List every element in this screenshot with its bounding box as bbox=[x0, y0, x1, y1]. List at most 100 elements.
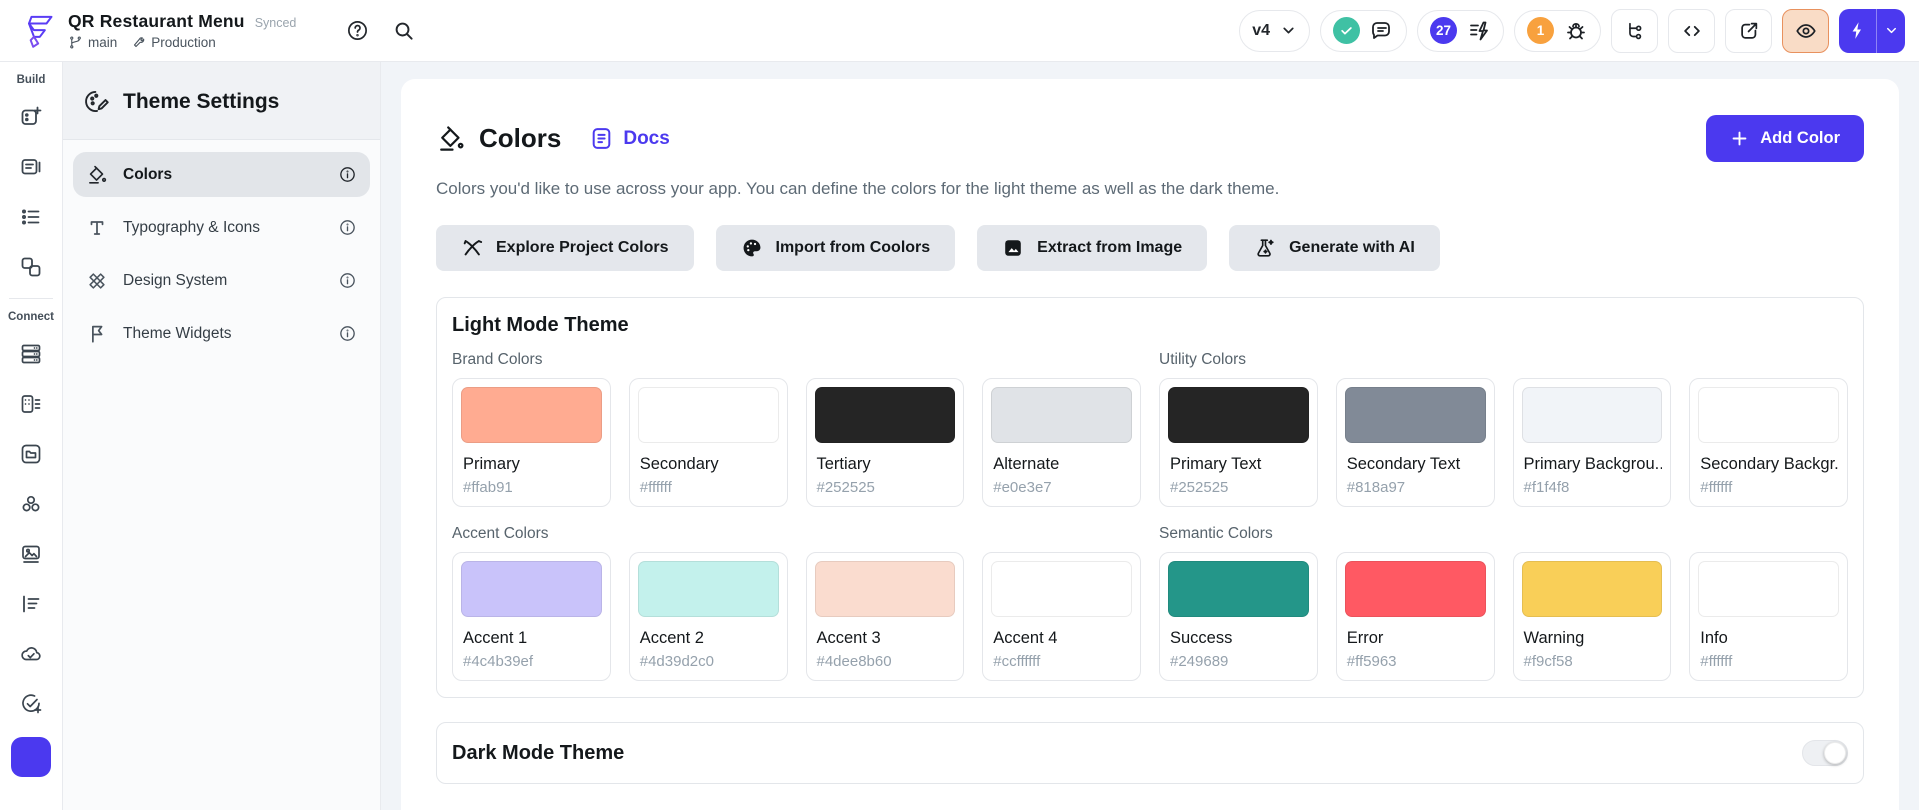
color-tile-accent-1[interactable]: Accent 1 #4c4b39ef bbox=[452, 552, 611, 681]
run-button[interactable] bbox=[1839, 9, 1876, 53]
color-group-label: Semantic Colors bbox=[1159, 525, 1848, 543]
docs-link[interactable]: Docs bbox=[589, 126, 669, 151]
project-title-block: QR Restaurant Menu Synced main Productio… bbox=[68, 11, 296, 50]
open-app-button[interactable] bbox=[1725, 9, 1772, 53]
add-widget-icon bbox=[19, 105, 43, 129]
color-tile-accent-3[interactable]: Accent 3 #4dee8b60 bbox=[806, 552, 965, 681]
color-name: Secondary Text bbox=[1345, 455, 1486, 474]
search-icon bbox=[392, 19, 415, 42]
info-button[interactable] bbox=[338, 165, 357, 184]
color-hex: #ffffff bbox=[638, 479, 779, 496]
widget-tree-button[interactable] bbox=[1611, 9, 1658, 53]
color-tile-secondary[interactable]: Secondary #ffffff bbox=[629, 378, 788, 507]
color-name: Warning bbox=[1522, 629, 1663, 648]
rail-item-api-calls-icon[interactable] bbox=[11, 385, 51, 423]
color-group-semantic-colors: Semantic Colors Success #249689 Error #f… bbox=[1159, 525, 1848, 681]
app-details-icon bbox=[19, 592, 43, 616]
color-swatch bbox=[1522, 387, 1663, 443]
todo-bolt-icon bbox=[1467, 19, 1491, 43]
rail-item-tests-icon[interactable] bbox=[11, 685, 51, 723]
typography-icon bbox=[86, 217, 108, 239]
color-hex: #ffffff bbox=[1698, 653, 1839, 670]
color-name: Secondary bbox=[638, 455, 779, 474]
theme-widgets-icon bbox=[86, 323, 108, 345]
action-generate-with-ai[interactable]: Generate with AI bbox=[1229, 225, 1440, 271]
rail-item-pages-icon[interactable] bbox=[11, 148, 51, 186]
help-button[interactable] bbox=[342, 16, 372, 46]
info-button[interactable] bbox=[338, 271, 357, 290]
todos-group: 27 bbox=[1417, 10, 1504, 52]
environment-name: Production bbox=[151, 35, 216, 50]
action-explore-project-colors[interactable]: Explore Project Colors bbox=[436, 225, 694, 271]
docs-icon bbox=[589, 126, 614, 151]
bolt-icon bbox=[1848, 21, 1867, 40]
rail-item-app-details-icon[interactable] bbox=[11, 585, 51, 623]
rail-item-components-icon[interactable] bbox=[11, 248, 51, 286]
add-color-button[interactable]: Add Color bbox=[1706, 115, 1864, 162]
panel-item-theme-widgets[interactable]: Theme Widgets bbox=[73, 311, 370, 356]
panel-items: Colors Typography & Icons Design System … bbox=[63, 140, 380, 368]
theme-settings-icon bbox=[19, 745, 43, 769]
color-tile-tertiary[interactable]: Tertiary #252525 bbox=[806, 378, 965, 507]
panel-item-design-system[interactable]: Design System bbox=[73, 258, 370, 303]
topbar-actions: v4 27 1 bbox=[1239, 9, 1905, 53]
info-icon bbox=[338, 271, 357, 290]
color-swatch bbox=[461, 387, 602, 443]
flutterflow-logo[interactable] bbox=[14, 9, 64, 53]
run-options-button[interactable] bbox=[1877, 9, 1905, 53]
color-name: Tertiary bbox=[815, 455, 956, 474]
build-status-badge[interactable] bbox=[1333, 17, 1360, 44]
version-label: v4 bbox=[1252, 22, 1270, 40]
color-tile-accent-4[interactable]: Accent 4 #ccffffff bbox=[982, 552, 1141, 681]
branch-selector[interactable]: main bbox=[68, 35, 117, 50]
rail-item-cloud-functions-icon[interactable] bbox=[11, 635, 51, 673]
code-icon bbox=[1681, 20, 1703, 42]
color-tile-alternate[interactable]: Alternate #e0e3e7 bbox=[982, 378, 1141, 507]
rail-item-assets-folder-icon[interactable] bbox=[11, 435, 51, 473]
panel-header: Theme Settings bbox=[63, 62, 380, 140]
media-assets-icon bbox=[19, 542, 43, 566]
debug-button[interactable] bbox=[1564, 19, 1588, 43]
issue-count-badge[interactable]: 1 bbox=[1527, 17, 1554, 44]
version-dropdown[interactable]: v4 bbox=[1239, 10, 1310, 52]
color-group-utility-colors: Utility Colors Primary Text #252525 Seco… bbox=[1159, 351, 1848, 507]
color-group-label: Utility Colors bbox=[1159, 351, 1848, 369]
color-tile-warning[interactable]: Warning #f9cf58 bbox=[1513, 552, 1672, 681]
color-tile-info[interactable]: Info #ffffff bbox=[1689, 552, 1848, 681]
panel-item-colors[interactable]: Colors bbox=[73, 152, 370, 197]
rail-item-media-assets-icon[interactable] bbox=[11, 535, 51, 573]
todo-count-badge[interactable]: 27 bbox=[1430, 17, 1457, 44]
action-extract-from-image[interactable]: Extract from Image bbox=[977, 225, 1207, 271]
preview-button[interactable] bbox=[1782, 9, 1829, 53]
color-swatch bbox=[1522, 561, 1663, 617]
rail-item-app-values-icon[interactable] bbox=[11, 198, 51, 236]
info-button[interactable] bbox=[338, 218, 357, 237]
comments-button[interactable] bbox=[1370, 19, 1394, 43]
color-tile-secondary-text[interactable]: Secondary Text #818a97 bbox=[1336, 378, 1495, 507]
color-tile-primary-text[interactable]: Primary Text #252525 bbox=[1159, 378, 1318, 507]
app-values-icon bbox=[19, 205, 43, 229]
search-button[interactable] bbox=[388, 16, 418, 46]
rail-item-theme-settings-icon[interactable] bbox=[11, 737, 51, 777]
color-tile-accent-2[interactable]: Accent 2 #4d39d2c0 bbox=[629, 552, 788, 681]
color-tile-primary-backgrou[interactable]: Primary Backgrou... #f1f4f8 bbox=[1513, 378, 1672, 507]
view-code-button[interactable] bbox=[1668, 9, 1715, 53]
rail-item-add-widget-icon[interactable] bbox=[11, 98, 51, 136]
action-import-from-coolors[interactable]: Import from Coolors bbox=[716, 225, 956, 271]
dark-mode-toggle[interactable] bbox=[1802, 740, 1848, 766]
colors-page: Colors Docs Add Color Colors you'd like … bbox=[401, 79, 1899, 810]
color-tile-error[interactable]: Error #ff5963 bbox=[1336, 552, 1495, 681]
rail-section-label-connect: Connect bbox=[8, 311, 54, 323]
tests-icon bbox=[19, 692, 43, 716]
environment-selector[interactable]: Production bbox=[131, 35, 216, 50]
panel-item-typography-icons[interactable]: Typography & Icons bbox=[73, 205, 370, 250]
color-tile-success[interactable]: Success #249689 bbox=[1159, 552, 1318, 681]
color-tile-secondary-backgr[interactable]: Secondary Backgr... #ffffff bbox=[1689, 378, 1848, 507]
rail-item-database-icon[interactable] bbox=[11, 335, 51, 373]
plus-icon bbox=[1730, 129, 1749, 148]
todo-list-button[interactable] bbox=[1467, 19, 1491, 43]
color-tile-primary[interactable]: Primary #ffab91 bbox=[452, 378, 611, 507]
info-button[interactable] bbox=[338, 324, 357, 343]
rail-item-integrations-icon[interactable] bbox=[11, 485, 51, 523]
sync-status: Synced bbox=[255, 16, 297, 30]
